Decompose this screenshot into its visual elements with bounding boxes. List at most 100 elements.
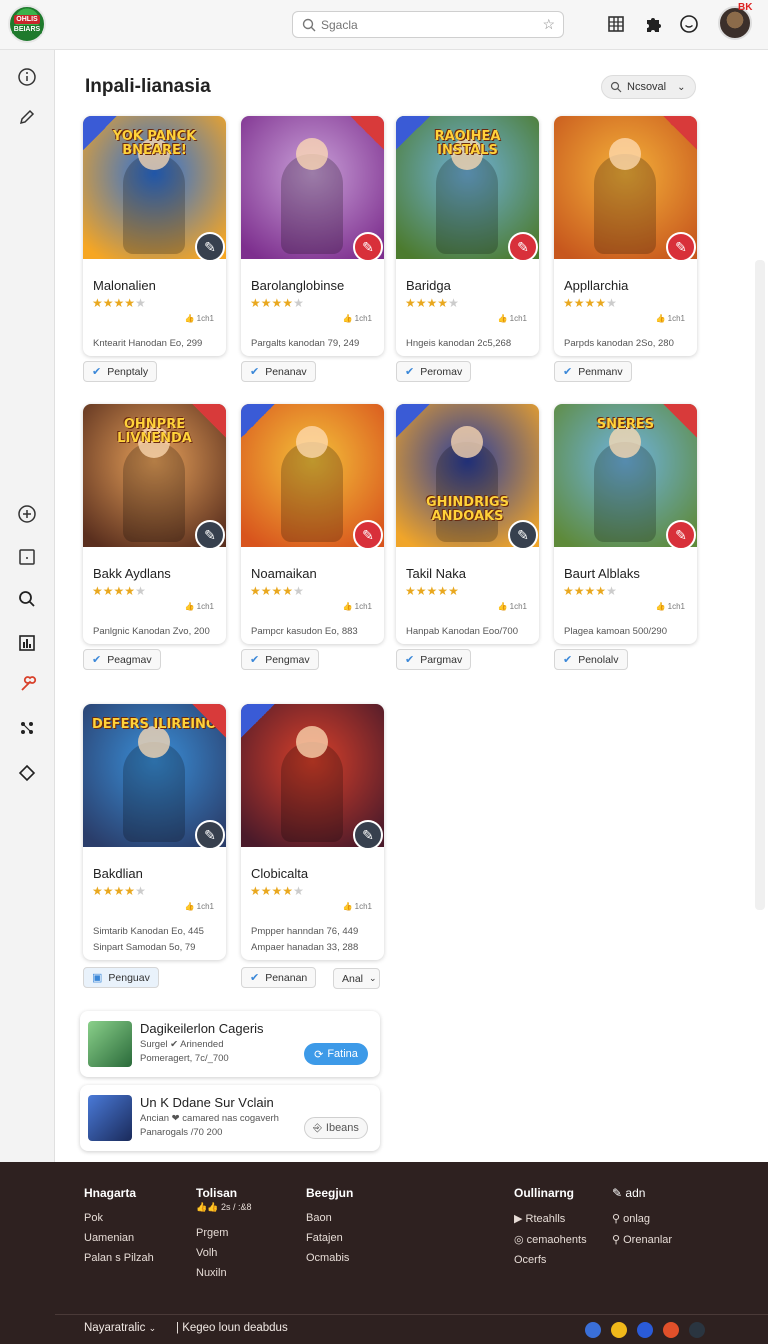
star-icon: ★ (573, 584, 585, 598)
star-icon: ★ (260, 884, 272, 898)
social-link-icon[interactable] (689, 1322, 705, 1338)
star-icon: ★ (606, 296, 617, 310)
edit-icon[interactable]: ✎ (195, 520, 225, 550)
edit-icon[interactable]: ✎ (195, 820, 225, 850)
game-card[interactable]: ✎ Barolanglobinse ★★★★★ 👍 1ch1 Pargalts kano… (241, 116, 384, 356)
chart-icon[interactable] (16, 632, 38, 654)
star-icon[interactable]: ☆ (542, 16, 555, 33)
check-icon: ✔ (250, 972, 260, 984)
footer-note: | Kegeo loun deabdus (176, 1322, 288, 1334)
game-card[interactable]: YOK PANCK BNEARE! ✎ Malonalien ★★★★★ 👍 1ch1 K… (83, 116, 226, 356)
likes-count-text: 1ch1 (196, 314, 214, 323)
star-icon: ★ (437, 584, 449, 598)
edit-icon[interactable]: ✎ (353, 820, 383, 850)
footer-heading: ✎ adn (612, 1186, 646, 1200)
game-card[interactable]: ✎ Clobicalta ★★★★★ 👍 1ch1 Pmpper hanndan 76,… (241, 704, 384, 960)
edit-icon[interactable]: ✎ (508, 232, 538, 262)
add-icon[interactable] (16, 503, 38, 525)
edit-icon[interactable]: ✎ (353, 232, 383, 262)
sidebar (0, 50, 55, 1162)
edit-icon[interactable]: ✎ (666, 520, 696, 550)
footer-link[interactable]: ▶ Rteahlls (514, 1212, 587, 1225)
status-chip[interactable]: ✔ Penolalv (554, 649, 628, 670)
footer-link[interactable]: Palan s Pilzah (84, 1252, 154, 1264)
status-chip[interactable]: ✔ Peagmav (83, 649, 161, 670)
list-item-line: Surgel ✔ Arinended (140, 1039, 224, 1050)
puzzle-icon[interactable] (641, 12, 665, 36)
action-button[interactable]: ⟳ Fatina (304, 1043, 368, 1065)
status-chip[interactable]: ✔ Penmanv (554, 361, 632, 382)
grid-icon[interactable] (604, 12, 628, 36)
footer-link[interactable]: Baon (306, 1212, 353, 1224)
smiley-icon[interactable] (677, 12, 701, 36)
status-chip[interactable]: ▣ Penguav (83, 967, 159, 988)
language-label: Nayaratralic (84, 1322, 146, 1334)
language-selector[interactable]: Nayaratralic ⌄ (84, 1322, 156, 1334)
game-card[interactable]: OHNPRE LIVNENDA ✎ Bakk Aydlans ★★★★★ 👍 1ch1 P… (83, 404, 226, 644)
status-chip[interactable]: ✔ Pengmav (241, 649, 319, 670)
group-icon[interactable] (16, 717, 38, 739)
edit-icon[interactable]: ✎ (353, 520, 383, 550)
corner-badge (396, 116, 430, 150)
footer-link[interactable]: Ocmabis (306, 1252, 353, 1264)
chevron-down-icon: ⌄ (148, 1323, 157, 1333)
sort-dropdown[interactable]: Ncsoval ⌄ (601, 75, 696, 99)
search-icon[interactable] (16, 588, 38, 610)
game-card[interactable]: SNERES ✎ Baurt Alblaks ★★★★★ 👍 1ch1 Plagea ka… (554, 404, 697, 644)
edit-icon[interactable]: ✎ (508, 520, 538, 550)
likes-count: 👍 1ch1 (655, 602, 685, 611)
status-chip[interactable]: ✔ Penanan (241, 967, 317, 988)
tool-icon[interactable] (16, 674, 38, 696)
footer-column: Hnagarta Pok Uamenian Palan s Pilzah (84, 1186, 154, 1272)
star-icon: ★ (584, 584, 596, 598)
footer-link[interactable]: Ocerfs (514, 1254, 587, 1266)
footer-link[interactable]: ⚲ Orenanlar (612, 1233, 672, 1246)
likes-count-text: 1ch1 (354, 902, 372, 911)
pen-icon[interactable] (16, 106, 38, 128)
action-button[interactable]: ⎆ Ibeans (304, 1117, 368, 1139)
dropdown-chip[interactable]: Anal ⌄ (333, 968, 380, 989)
footer-link[interactable]: Fatajen (306, 1232, 353, 1244)
social-link-icon[interactable] (585, 1322, 601, 1338)
search-input[interactable] (321, 16, 521, 34)
footer-link[interactable]: Prgem (196, 1227, 251, 1239)
game-card[interactable]: ✎ Noamaikan ★★★★★ 👍 1ch1 Pampcr kasudon Eo, … (241, 404, 384, 644)
list-item[interactable]: Dagikeilerlon Cageris Surgel ✔ Arinended… (80, 1011, 380, 1077)
status-chip[interactable]: ✔ Pargmav (396, 649, 472, 670)
game-meta: Ampaer hanadan 33, 288 (251, 942, 359, 953)
info-icon[interactable] (16, 66, 38, 88)
social-link-icon[interactable] (663, 1322, 679, 1338)
social-link-icon[interactable] (611, 1322, 627, 1338)
list-item[interactable]: Un K Ddane Sur Vclain Ancian ❤ camared n… (80, 1085, 380, 1151)
footer-link-label: cemaohents (526, 1234, 587, 1246)
footer-link[interactable]: Nuxiln (196, 1267, 251, 1279)
star-icon: ★ (260, 584, 272, 598)
search-bar[interactable]: ☆ (292, 11, 564, 38)
status-chip[interactable]: ✔ Peromav (396, 361, 472, 382)
corner-badge (83, 116, 117, 150)
edit-icon[interactable]: ✎ (666, 232, 696, 262)
game-card[interactable]: DEFERS ILIREINO ✎ Bakdlian ★★★★★ 👍 1ch1 Simta… (83, 704, 226, 960)
game-meta: Plagea kamoan 500/290 (564, 626, 667, 637)
footer-link[interactable]: ⚲ onlag (612, 1212, 672, 1225)
star-icon: ★ (415, 584, 427, 598)
game-card[interactable]: GHINDRIGS ANDOAKS ✎ Takil Naka ★★★★★ 👍 1ch1 H… (396, 404, 539, 644)
diamond-icon[interactable] (16, 762, 38, 784)
thumbs-up-icon: 👍 (497, 602, 510, 611)
status-chip[interactable]: ✔ Penptaly (83, 361, 158, 382)
footer-link[interactable]: Uamenian (84, 1232, 154, 1244)
app-logo[interactable]: OHLIS BEIARS (8, 5, 46, 43)
footer-link[interactable]: ◎ cemaohents (514, 1233, 587, 1246)
game-card[interactable]: RAOIHEA INSTALS ✎ Baridga ★★★★★ 👍 1ch1 Hngeis… (396, 116, 539, 356)
game-card[interactable]: ✎ Appllarchia ★★★★★ 👍 1ch1 Parpds kanodan 2S… (554, 116, 697, 356)
thumbs-up-icon: 👍 (497, 314, 510, 323)
game-title: Malonalien (93, 278, 156, 293)
scrollbar[interactable] (755, 260, 765, 910)
footer-link[interactable]: Pok (84, 1212, 154, 1224)
social-link-icon[interactable] (637, 1322, 653, 1338)
window-icon[interactable] (16, 546, 38, 568)
likes-count-text: 1ch1 (667, 314, 685, 323)
edit-icon[interactable]: ✎ (195, 232, 225, 262)
footer-link[interactable]: Volh (196, 1247, 251, 1259)
status-chip[interactable]: ✔ Penanav (241, 361, 316, 382)
